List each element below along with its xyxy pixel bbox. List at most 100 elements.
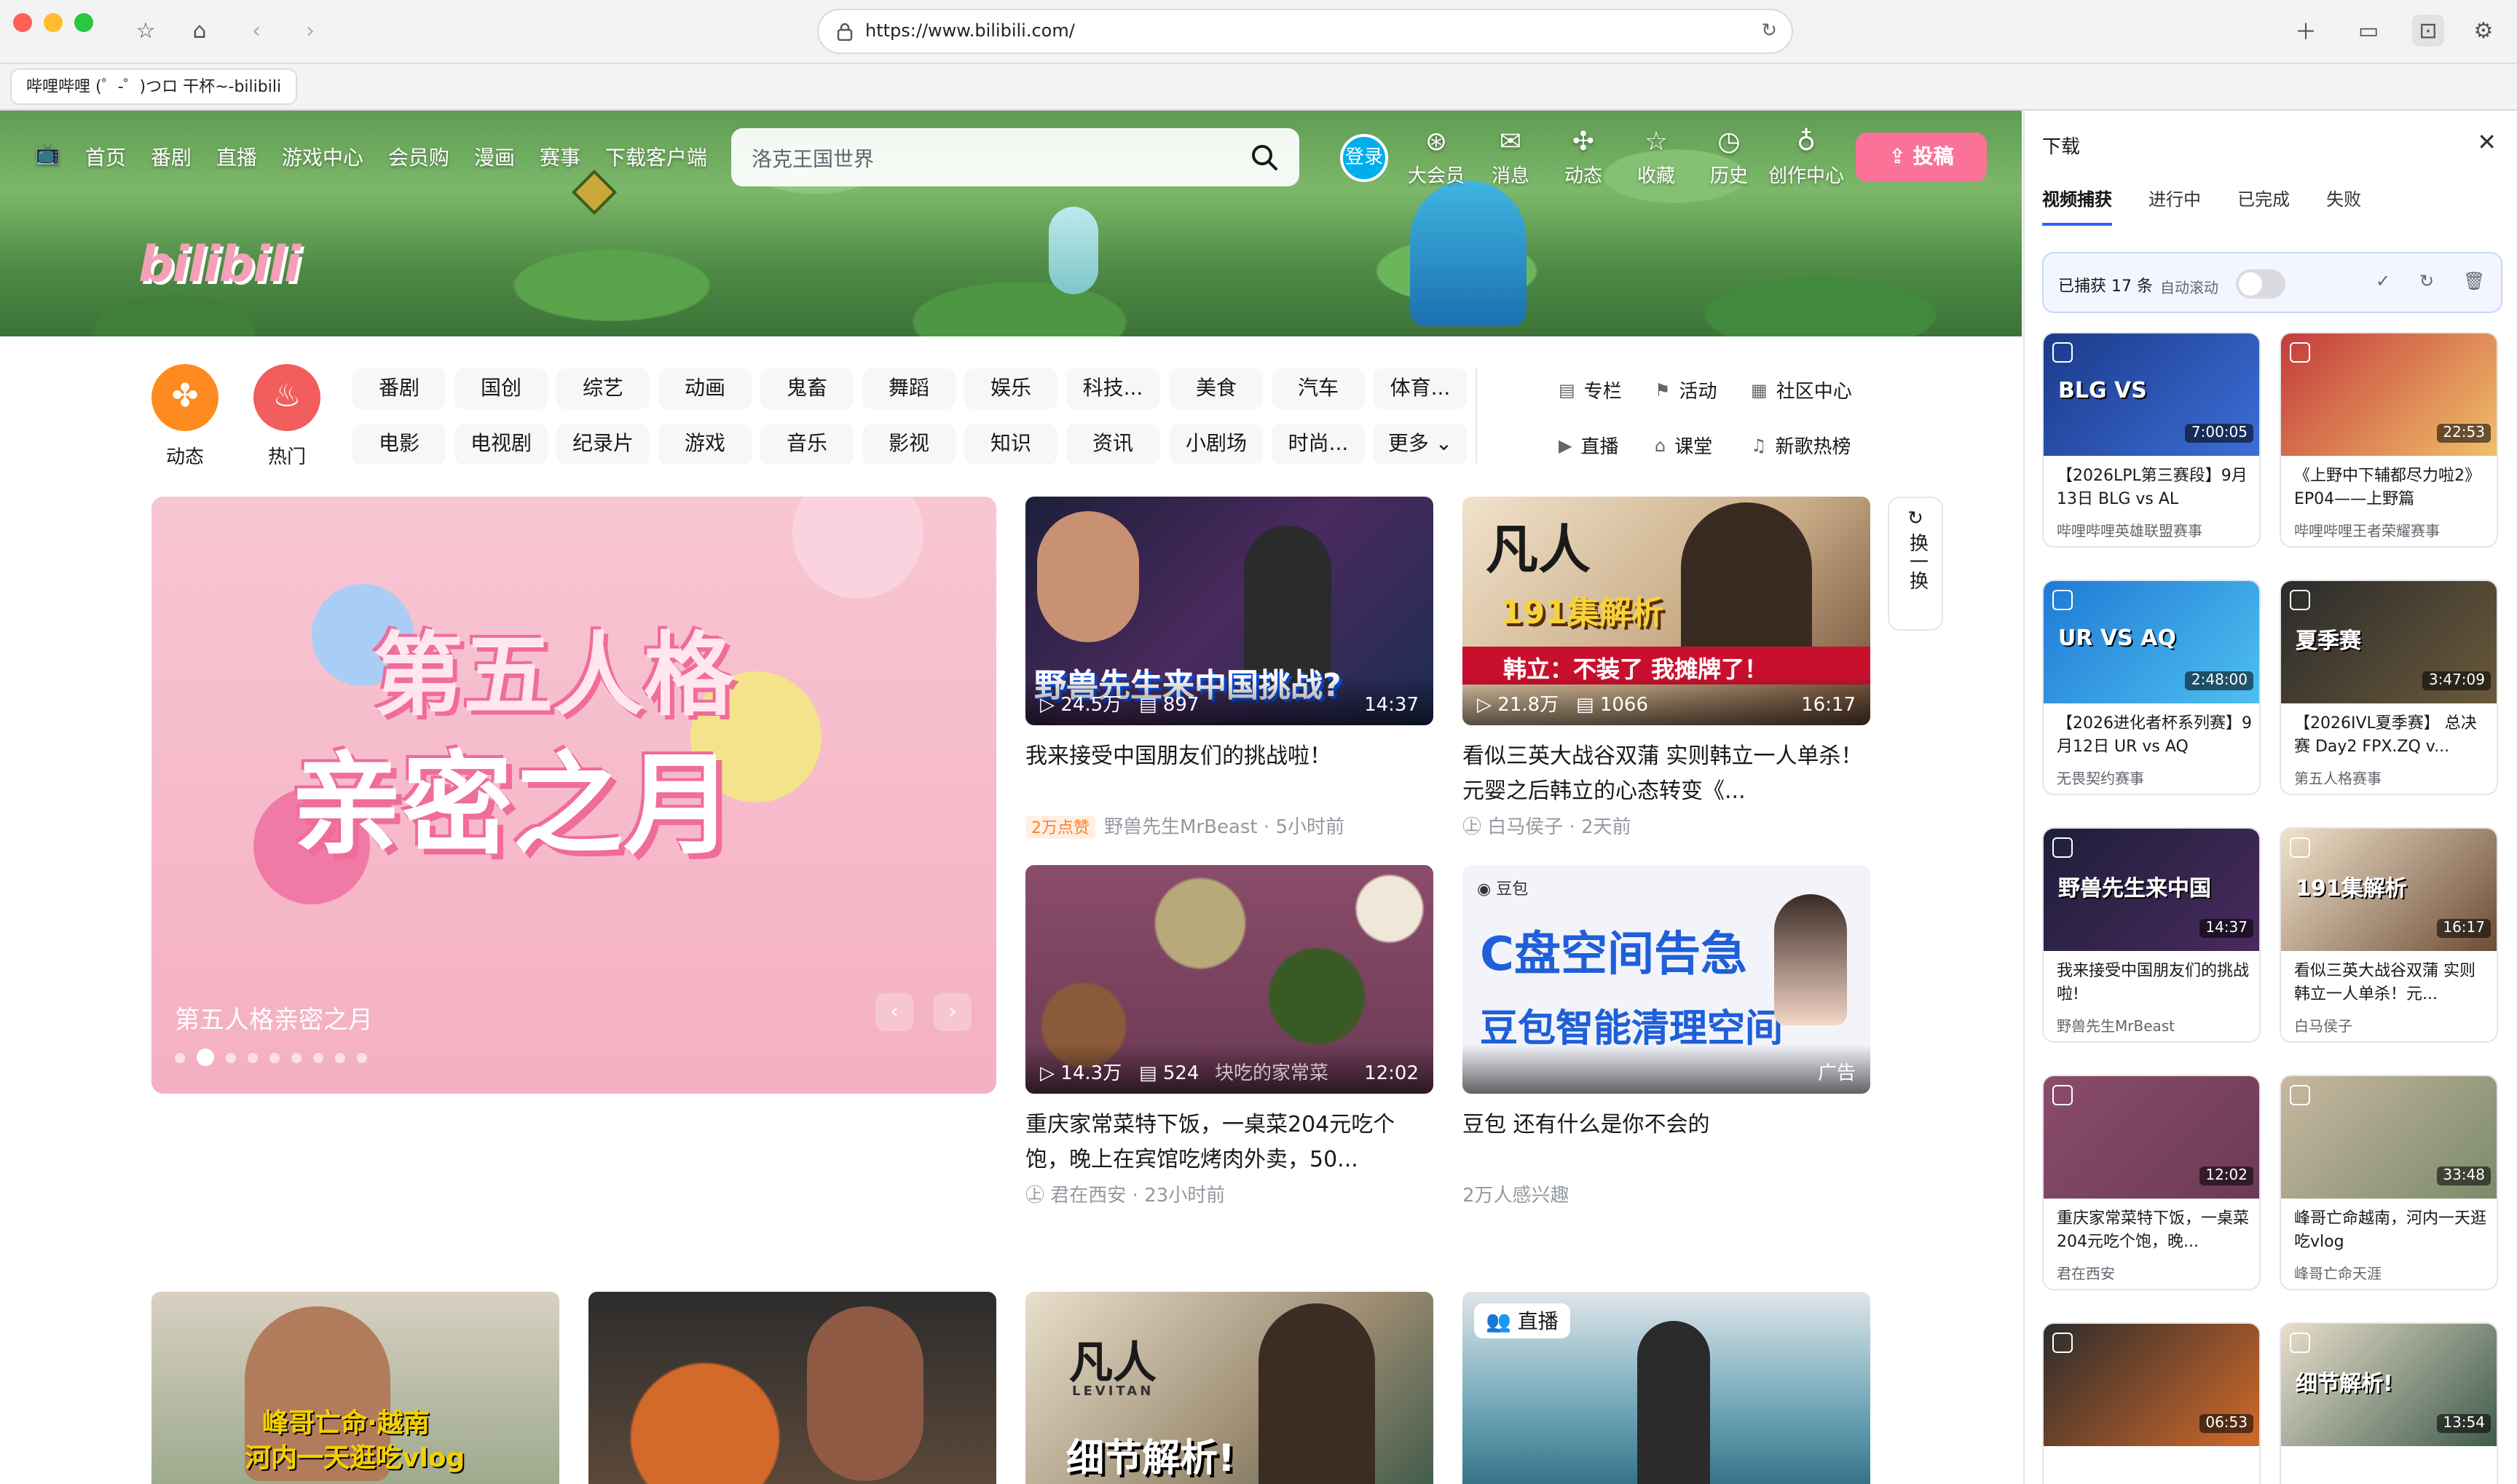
settings-gear-icon[interactable]: ⚙ [2467,15,2500,47]
side-link-classroom[interactable]: ⌂ 课堂 [1655,431,1712,459]
refresh-icon[interactable]: ↻ [2419,271,2434,291]
nav-game-center[interactable]: 游戏中心 [282,143,363,172]
favorite-button[interactable]: ☆ 收藏 [1621,125,1691,188]
minimize-window-button[interactable] [44,13,63,32]
capture-extension-icon[interactable]: ⊡ [2412,15,2444,47]
carousel-dot[interactable] [313,1052,323,1062]
trash-icon[interactable]: 🗑 [2463,271,2485,291]
channel-chip[interactable]: 鬼畜 [760,368,854,409]
channel-chip[interactable]: 国创 [454,368,548,409]
side-link-music-chart[interactable]: ♫ 新歌热榜 [1751,431,1851,459]
side-link-community[interactable]: ▦ 社区中心 [1751,376,1852,403]
captured-video-item[interactable]: UR VS AQ 2:48:00 【2026进化者杯系列赛】9月12日 UR vs … [2042,580,2261,795]
tab-failed[interactable]: 失败 [2326,186,2361,226]
creator-center-button[interactable]: ♁ 创作中心 [1762,125,1850,188]
carousel-dots[interactable] [175,1049,367,1066]
channel-chip[interactable]: 纪录片 [556,424,650,465]
reload-icon[interactable]: ↻ [1761,20,1777,42]
captured-video-item[interactable]: 12:02 重庆家常菜特下饭，一桌菜204元吃个饱，晚... 君在西安 [2042,1075,2261,1290]
tab-capture[interactable]: 视频捕获 [2042,186,2113,226]
video-card-thumbnail[interactable]: 野兽先生来中国挑战? ▷ 24.5万▤ 89714:37 [1025,497,1433,725]
vip-button[interactable]: ⊛ 大会员 [1401,125,1471,188]
upload-button[interactable]: ⇪ 投稿 [1856,133,1987,182]
video-card-thumbnail[interactable]: ▷ 14.3万 ▤ 524 块吃的家常菜 12:02 [1025,865,1433,1094]
tab-in-progress[interactable]: 进行中 [2148,186,2201,226]
bilibili-logo[interactable]: bilibili [138,236,301,294]
history-button[interactable]: ◷ 历史 [1694,125,1764,188]
channel-chip[interactable]: 知识 [964,424,1057,465]
channel-chip[interactable]: 舞蹈 [862,368,956,409]
select-checkbox[interactable] [2290,342,2310,363]
maximize-window-button[interactable] [74,13,93,32]
refresh-button[interactable]: ↻ 换一换 [1888,497,1943,631]
home-icon[interactable]: ⌂ [184,15,216,47]
nav-bangumi[interactable]: 番剧 [151,143,192,172]
new-tab-icon[interactable]: ＋ [2290,15,2322,47]
nav-manga[interactable]: 漫画 [474,143,515,172]
channel-chip[interactable]: 时尚... [1272,424,1365,465]
address-bar[interactable]: https://www.bilibili.com/ ↻ [817,9,1793,54]
video-card-title[interactable]: 我来接受中国朋友们的挑战啦！ [1025,738,1436,773]
channel-chip[interactable]: 电视剧 [454,424,548,465]
channel-chip[interactable]: 电影 [352,424,446,465]
captured-video-item[interactable]: 22:53 《上野中下辅都尽力啦2》EP04——上野篇 哔哩哔哩王者荣耀赛事 [2280,332,2498,548]
check-icon[interactable]: ✓ [2376,271,2390,291]
channel-chip[interactable]: 影视 [862,424,956,465]
select-checkbox[interactable] [2290,1085,2310,1105]
dynamic-button[interactable]: ✣ 动态 [1548,125,1618,188]
channel-chip[interactable]: 娱乐 [964,368,1057,409]
hero-carousel[interactable]: 第五人格 亲密之月 第五人格亲密之月 ‹ › [151,497,996,1094]
url-text[interactable]: https://www.bilibili.com/ [865,20,1075,41]
channel-chip[interactable]: 小剧场 [1170,424,1263,465]
video-card-thumbnail[interactable]: 凡人 191集解析 韩立：不装了 我摊牌了！ ▷ 21.8万 ▤ 1066 16:1… [1462,497,1870,725]
channel-chip[interactable]: 汽车 [1272,368,1365,409]
video-card-thumbnail[interactable]: 峰哥亡命·越南 河内一天逛吃vlog [151,1292,559,1484]
nav-esports[interactable]: 赛事 [540,143,580,172]
tabs-overview-icon[interactable]: ▭ [2352,15,2384,47]
carousel-dot[interactable] [248,1052,258,1062]
more-channels-button[interactable]: 更多 ⌄ [1374,424,1467,465]
select-checkbox[interactable] [2052,342,2073,363]
nav-home[interactable]: 首页 [85,143,126,172]
channel-chip[interactable]: 美食 [1170,368,1263,409]
carousel-dot[interactable] [335,1052,345,1062]
select-checkbox[interactable] [2290,590,2310,610]
carousel-prev-icon[interactable]: ‹ [875,993,913,1031]
side-link-column[interactable]: ▤ 专栏 [1559,376,1622,403]
search-input[interactable]: 洛克王国世界 [752,144,874,173]
select-checkbox[interactable] [2052,1085,2073,1105]
tab-bilibili[interactable]: 哔哩哔哩 (゜-゜)つロ 干杯~-bilibili [10,68,298,105]
nav-live[interactable]: 直播 [216,143,257,172]
channel-chip[interactable]: 番剧 [352,368,446,409]
nav-download-client[interactable]: 下载客户端 [605,143,707,172]
search-box[interactable]: 洛克王国世界 [731,128,1299,186]
ad-card-thumbnail[interactable]: ◉ 豆包 C盘空间告急 豆包智能清理空间 广告 [1462,865,1870,1094]
carousel-dot[interactable] [357,1052,367,1062]
channel-chip[interactable]: 综艺 [556,368,650,409]
carousel-caption[interactable]: 第五人格亲密之月 [175,999,373,1035]
video-card-thumbnail[interactable]: 凡人 LEVITAN 细节解析! [1025,1292,1433,1484]
side-link-activity[interactable]: ⚑ 活动 [1655,376,1717,403]
auto-scroll-toggle[interactable] [2236,269,2285,299]
tab-completed[interactable]: 已完成 [2237,186,2290,226]
captured-video-item[interactable]: 191集解析 16:17 看似三英大战谷双蒲 实则韩立一人单杀！元... 白马侯子 [2280,827,2498,1043]
carousel-dot[interactable] [197,1049,214,1066]
channel-chip[interactable]: 动画 [658,368,752,409]
carousel-dot[interactable] [226,1052,236,1062]
live-card-thumbnail[interactable]: 👥 直播 [1462,1292,1870,1484]
side-link-live[interactable]: ▶ 直播 [1559,431,1619,459]
captured-video-item[interactable]: 33:48 峰哥亡命越南，河内一天逛吃vlog 峰哥亡命天涯 [2280,1075,2498,1290]
video-card-title[interactable]: 重庆家常菜特下饭，一桌菜204元吃个饱，晚上在宾馆吃烤肉外卖，50... [1025,1107,1436,1177]
close-window-button[interactable] [13,13,32,32]
captured-video-item[interactable]: 06:53 [2042,1322,2261,1484]
captured-video-item[interactable]: BLG VS 7:00:05 【2026LPL第三赛段】9月13日 BLG vs A… [2042,332,2261,548]
channel-chip[interactable]: 游戏 [658,424,752,465]
video-card-title[interactable]: 看似三英大战谷双蒲 实则韩立一人单杀！元婴之后韩立的心态转变《... [1462,738,1873,808]
captured-video-item[interactable]: 野兽先生来中国 14:37 我来接受中国朋友们的挑战啦! 野兽先生MrBeast [2042,827,2261,1043]
nav-mall[interactable]: 会员购 [388,143,449,172]
dynamic-channel-label[interactable]: 动态 [151,441,218,469]
carousel-next-icon[interactable]: › [934,993,972,1031]
close-icon[interactable]: ✕ [2477,128,2497,156]
select-checkbox[interactable] [2052,837,2073,858]
carousel-dot[interactable] [291,1052,302,1062]
